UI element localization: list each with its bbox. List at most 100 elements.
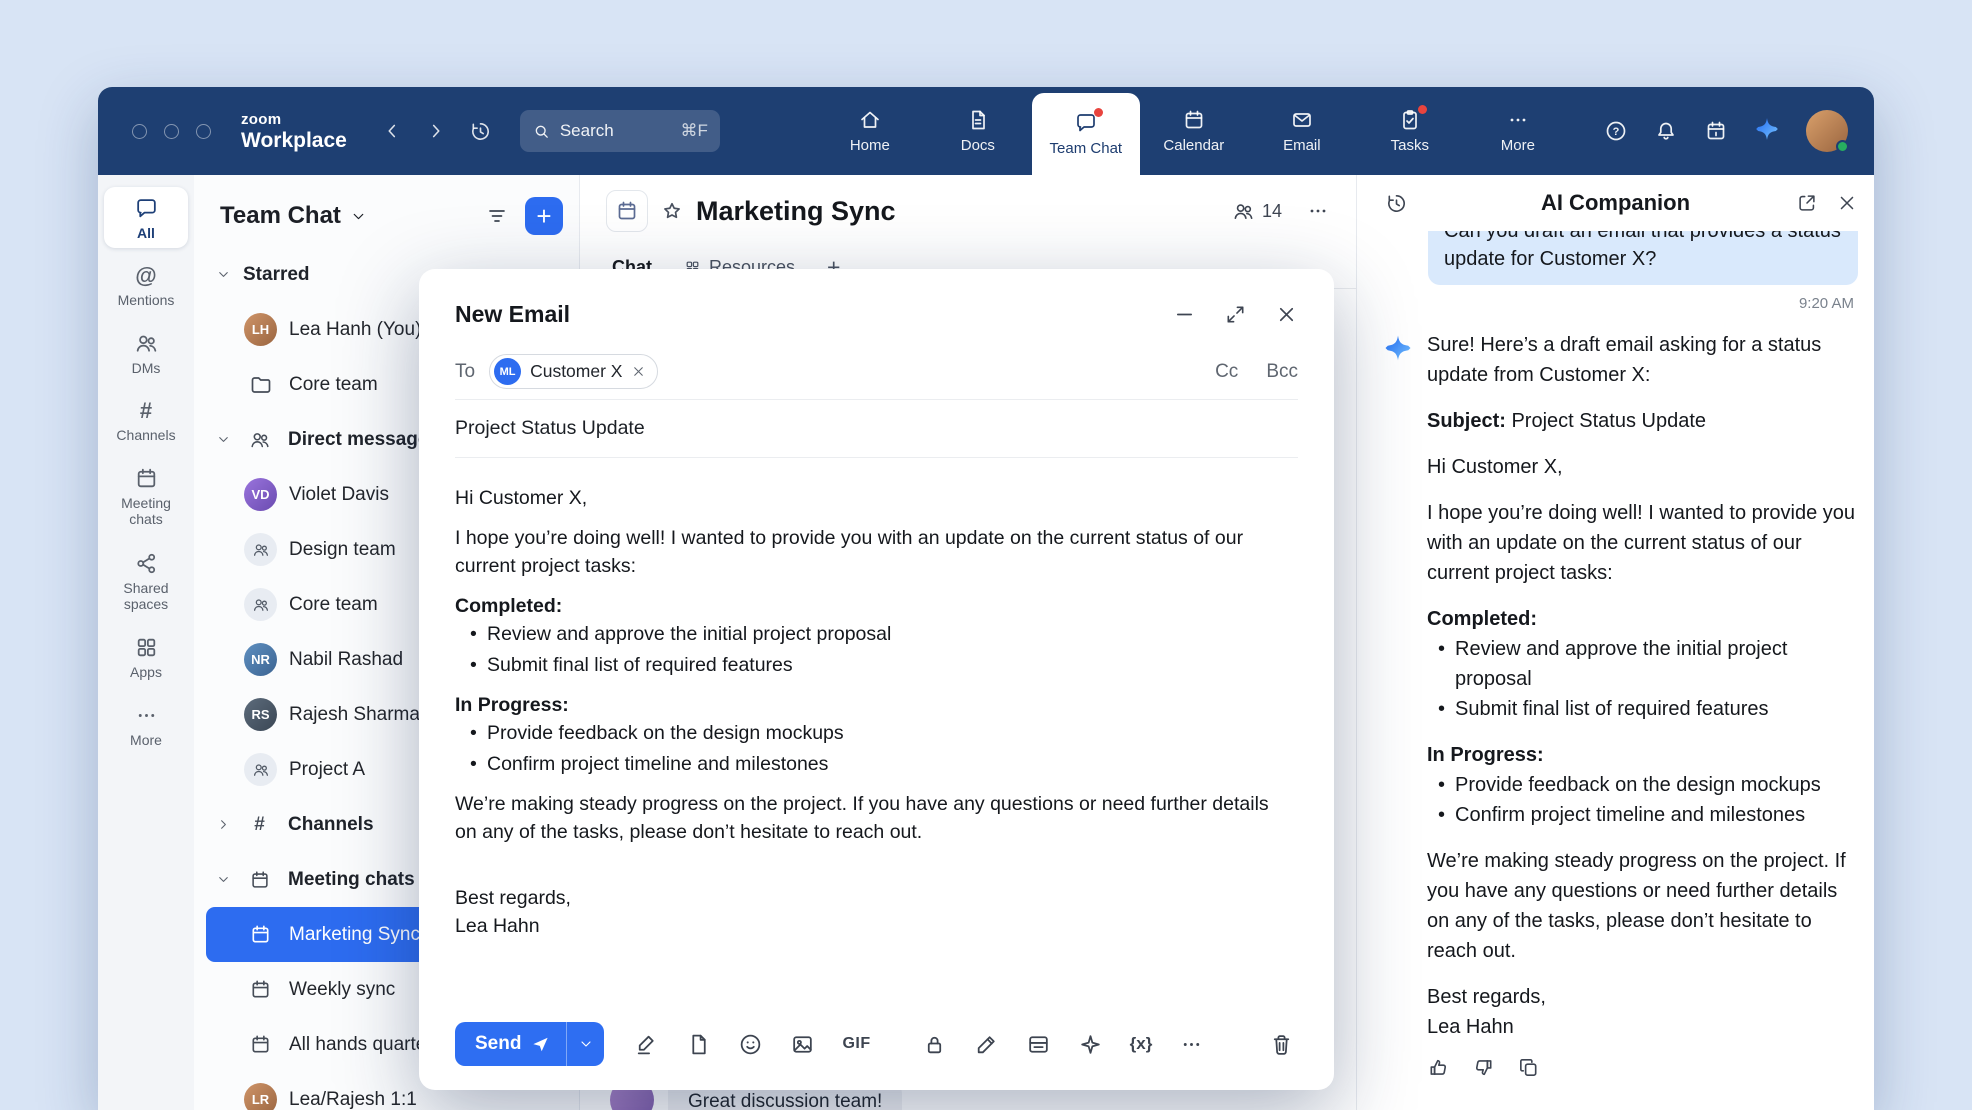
folder-icon	[244, 373, 277, 397]
email-list-item: Submit final list of required features	[465, 651, 1294, 679]
user-avatar[interactable]	[1806, 110, 1848, 152]
notifications-bell-icon[interactable]	[1654, 119, 1678, 143]
nav-label: More	[1501, 137, 1535, 154]
ai-panel-header: AI Companion	[1357, 175, 1874, 231]
rail-item-meeting-chats[interactable]: Meeting chats	[104, 457, 188, 534]
apps-grid-icon	[134, 635, 159, 660]
email-body-editor[interactable]: Hi Customer X, I hope you’re doing well!…	[419, 458, 1334, 1004]
rail-item-channels[interactable]: # Channels	[104, 390, 188, 450]
history-icon[interactable]	[469, 120, 492, 143]
discard-trash-icon[interactable]	[1269, 1032, 1294, 1057]
channel-calendar-icon	[606, 190, 648, 232]
expand-icon[interactable]	[1224, 303, 1247, 326]
rail-item-more[interactable]: More	[104, 694, 188, 755]
sidebar-title-dropdown[interactable]: Team Chat	[220, 202, 367, 230]
sidebar-header: Team Chat +	[194, 175, 579, 247]
nav-more[interactable]: More	[1464, 87, 1572, 175]
template-icon[interactable]	[1026, 1032, 1051, 1057]
nav-home[interactable]: Home	[816, 87, 924, 175]
nav-tasks[interactable]: Tasks	[1356, 87, 1464, 175]
channel-more-icon[interactable]	[1306, 199, 1330, 223]
calendar-icon	[244, 923, 277, 946]
cc-button[interactable]: Cc	[1215, 361, 1238, 383]
subject-field[interactable]: Project Status Update	[455, 400, 1298, 458]
email-completed-list: Review and approve the initial project p…	[455, 620, 1294, 679]
blank-line	[455, 858, 1294, 884]
nav-team-chat[interactable]: Team Chat	[1032, 93, 1140, 175]
email-signoff: Best regards,	[455, 884, 1294, 912]
section-label: Channels	[288, 814, 374, 836]
help-icon[interactable]: ?	[1604, 119, 1628, 143]
section-label: Direct messages	[288, 429, 439, 451]
copy-icon[interactable]	[1517, 1056, 1540, 1079]
ai-conversation[interactable]: Can you draft an email that provides a s…	[1357, 231, 1874, 1110]
variables-icon[interactable]: {x}	[1130, 1034, 1153, 1054]
attach-file-icon[interactable]	[686, 1032, 711, 1057]
to-field[interactable]: To ML Customer X Cc Bcc	[455, 344, 1298, 400]
online-status-dot	[1836, 140, 1849, 153]
rail-item-all[interactable]: All	[104, 187, 188, 248]
recipient-chip[interactable]: ML Customer X	[489, 354, 658, 389]
close-icon[interactable]	[1836, 192, 1858, 214]
send-options-button[interactable]	[566, 1022, 604, 1066]
email-list-item: Review and approve the initial project p…	[465, 620, 1294, 648]
hash-icon: #	[140, 399, 152, 423]
calendar-icon	[134, 466, 159, 491]
send-button[interactable]: Send	[455, 1022, 566, 1066]
search-input[interactable]: Search ⌘F	[520, 110, 720, 152]
more-options-icon[interactable]	[1179, 1032, 1204, 1057]
rail-item-shared-spaces[interactable]: Shared spaces	[104, 542, 188, 619]
search-shortcut: ⌘F	[680, 121, 707, 141]
home-icon	[858, 108, 882, 132]
signature-icon[interactable]	[634, 1032, 659, 1057]
chat-item-label: Core team	[289, 594, 378, 616]
channel-title: Marketing Sync	[696, 196, 896, 227]
new-chat-button[interactable]: +	[525, 197, 563, 235]
ai-sparkle-icon[interactable]	[1078, 1032, 1103, 1057]
edit-pencil-icon[interactable]	[974, 1032, 999, 1057]
rail-item-apps[interactable]: Apps	[104, 626, 188, 687]
primary-nav: Home Docs Team Chat Calendar Email	[816, 87, 1572, 175]
calendar-icon	[244, 978, 277, 1001]
nav-calendar[interactable]: Calendar	[1140, 87, 1248, 175]
bcc-button[interactable]: Bcc	[1266, 361, 1298, 383]
ai-list-item: Submit final list of required features	[1433, 694, 1858, 724]
window-close-button[interactable]	[132, 124, 147, 139]
window-minimize-button[interactable]	[164, 124, 179, 139]
history-icon[interactable]	[1385, 192, 1408, 215]
thumbs-down-icon[interactable]	[1472, 1056, 1495, 1079]
ai-sparkle-icon	[1383, 333, 1413, 1079]
ai-list-item: Review and approve the initial project p…	[1433, 634, 1858, 694]
calendar-icon	[244, 1033, 277, 1056]
ai-companion-icon[interactable]	[1754, 116, 1780, 147]
emoji-icon[interactable]	[738, 1032, 763, 1057]
insert-image-icon[interactable]	[790, 1032, 815, 1057]
remove-recipient-icon[interactable]	[631, 364, 646, 379]
forward-icon[interactable]	[425, 120, 447, 142]
modal-title: New Email	[455, 301, 570, 328]
notification-dot	[1418, 105, 1427, 114]
gif-icon[interactable]: GIF	[842, 1035, 870, 1053]
search-placeholder: Search	[560, 121, 614, 141]
encrypt-lock-icon[interactable]	[922, 1032, 947, 1057]
chat-item-label: Project A	[289, 759, 365, 781]
section-label: Starred	[243, 264, 310, 286]
thumbs-up-icon[interactable]	[1427, 1056, 1450, 1079]
chat-item-label: Violet Davis	[289, 484, 389, 506]
send-label: Send	[475, 1033, 521, 1055]
filter-icon[interactable]	[485, 204, 509, 228]
nav-email[interactable]: Email	[1248, 87, 1356, 175]
open-in-new-icon[interactable]	[1796, 192, 1818, 214]
recipient-name: Customer X	[530, 361, 622, 382]
close-icon[interactable]	[1275, 303, 1298, 326]
minimize-icon[interactable]	[1173, 303, 1196, 326]
star-icon[interactable]	[660, 199, 684, 223]
window-zoom-button[interactable]	[196, 124, 211, 139]
members-button[interactable]: 14	[1232, 200, 1282, 223]
nav-label: Docs	[961, 137, 995, 154]
nav-docs[interactable]: Docs	[924, 87, 1032, 175]
calendar-today-icon[interactable]	[1704, 119, 1728, 143]
back-icon[interactable]	[381, 120, 403, 142]
rail-item-mentions[interactable]: @ Mentions	[104, 255, 188, 315]
rail-item-dms[interactable]: DMs	[104, 322, 188, 383]
